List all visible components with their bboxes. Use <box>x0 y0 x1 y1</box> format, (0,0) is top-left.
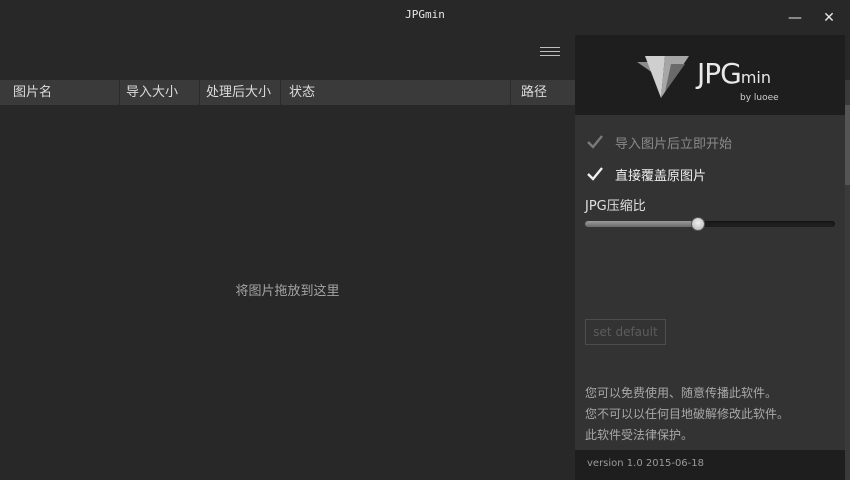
title-bar: JPGmin — ✕ <box>0 0 850 35</box>
quality-slider[interactable] <box>585 217 835 231</box>
check-icon <box>587 135 603 149</box>
hamburger-menu-icon[interactable] <box>540 44 560 60</box>
set-default-button[interactable]: set default <box>585 319 666 345</box>
quality-slider-fill <box>585 221 698 227</box>
overwrite-original-label: 直接覆盖原图片 <box>615 168 707 184</box>
logo-suffix-text: min <box>740 68 772 87</box>
jpgmin-logo-icon <box>637 56 689 98</box>
list-scrollbar[interactable] <box>845 80 850 480</box>
license-line: 此软件受法律保护。 <box>585 428 694 442</box>
quality-slider-label: JPG压缩比 <box>585 199 646 214</box>
column-header-status[interactable]: 状态 <box>281 80 511 105</box>
minimize-button[interactable]: — <box>785 8 805 28</box>
window-title: JPGmin <box>405 8 445 21</box>
close-button[interactable]: ✕ <box>819 8 839 28</box>
column-header-path[interactable]: 路径 <box>511 80 575 105</box>
column-header-processed-size[interactable]: 处理后大小 <box>200 80 281 105</box>
quality-slider-handle[interactable] <box>690 217 705 231</box>
check-icon <box>587 167 603 181</box>
logo-wordmark: JPGmin <box>697 57 771 90</box>
version-text: version 1.0 2015-06-18 <box>587 458 705 469</box>
auto-start-label: 导入图片后立即开始 <box>615 136 733 152</box>
license-info: 您可以免费使用、随意传播此软件。 您不可以以任何目地破解修改此软件。 此软件受法… <box>585 383 789 446</box>
logo-byline: by luoee <box>740 93 779 103</box>
logo-main-text: JPG <box>697 57 742 90</box>
column-header-filename[interactable]: 图片名 <box>0 80 120 105</box>
column-header-import-size[interactable]: 导入大小 <box>120 80 200 105</box>
scrollbar-thumb[interactable] <box>845 105 850 185</box>
version-bar: version 1.0 2015-06-18 <box>575 450 845 480</box>
logo-area: JPGmin by luoee <box>575 35 845 115</box>
settings-panel: JPGmin by luoee 导入图片后立即开始 直接覆盖原图片 JPG压缩比… <box>575 35 845 480</box>
license-line: 您不可以以任何目地破解修改此软件。 <box>585 407 790 421</box>
file-table-header: 图片名 导入大小 处理后大小 状态 路径 <box>0 80 575 105</box>
drop-hint-text: 将图片拖放到这里 <box>235 284 340 299</box>
auto-start-checkbox[interactable]: 导入图片后立即开始 <box>585 131 732 153</box>
license-line: 您可以免费使用、随意传播此软件。 <box>585 386 778 400</box>
overwrite-original-checkbox[interactable]: 直接覆盖原图片 <box>585 163 706 185</box>
file-drop-zone[interactable]: 将图片拖放到这里 <box>0 105 575 480</box>
